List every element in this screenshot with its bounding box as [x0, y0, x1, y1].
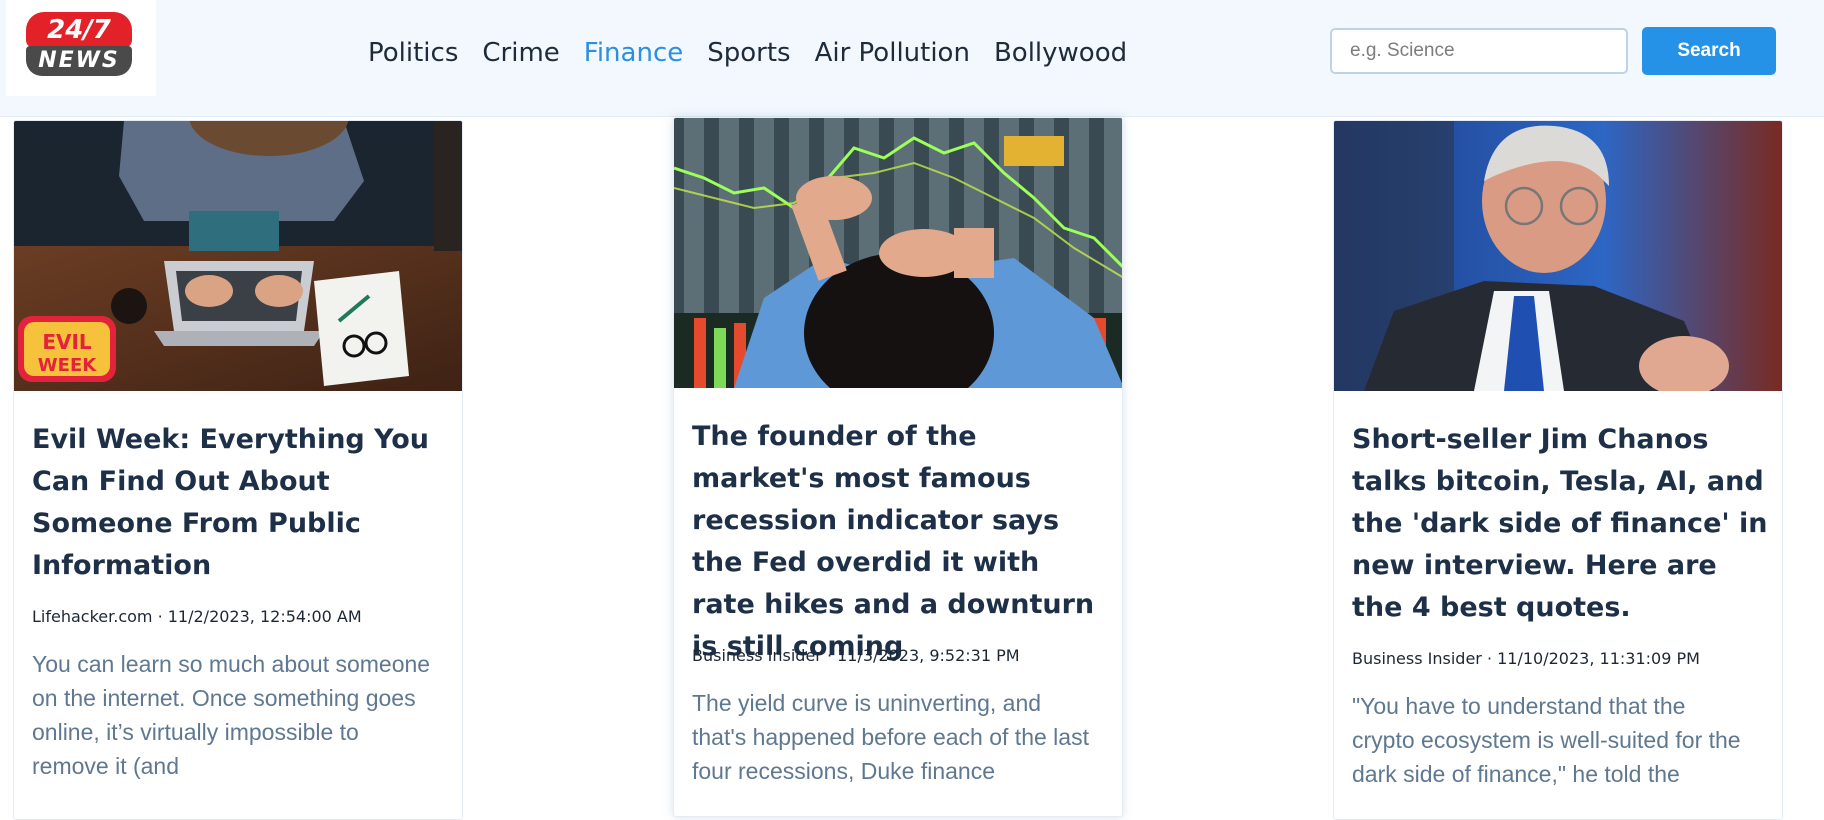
svg-text:EVIL: EVIL [42, 330, 92, 354]
article-description: "You have to understand that the crypto … [1352, 693, 1741, 787]
article-date: 11/10/2023, 11:31:09 PM [1497, 649, 1700, 668]
search-input[interactable] [1330, 28, 1628, 74]
nav-item-sports[interactable]: Sports [707, 34, 790, 72]
nav-item-air-pollution[interactable]: Air Pollution [815, 34, 970, 72]
article-meta: Business Insider · 11/10/2023, 11:31:09 … [1352, 649, 1700, 668]
article-title[interactable]: Short-seller Jim Chanos talks bitcoin, T… [1352, 419, 1770, 629]
article-image-man-in-suit[interactable] [1334, 121, 1782, 391]
article-description: You can learn so much about someone on t… [32, 651, 431, 779]
article-date: 11/2/2023, 12:54:00 AM [167, 607, 362, 626]
article-card[interactable]: The founder of the market's most famous … [673, 117, 1123, 817]
article-image-person-typing[interactable]: EVIL WEEK [14, 121, 462, 391]
svg-text:WEEK: WEEK [38, 355, 97, 376]
site-logo[interactable]: 24/7 NEWS [6, 0, 156, 96]
nav-item-bollywood[interactable]: Bollywood [994, 34, 1127, 72]
logo-top-text: 24/7 [26, 12, 132, 48]
evil-week-badge-icon: EVIL WEEK [18, 316, 116, 382]
nav-item-crime[interactable]: Crime [482, 34, 559, 72]
article-card[interactable]: EVIL WEEK Evil Week: Everything You Can … [13, 120, 463, 820]
nav-item-finance[interactable]: Finance [584, 34, 683, 72]
article-date: 11/3/2023, 9:52:31 PM [837, 646, 1020, 665]
article-source: Business Insider [1352, 649, 1482, 668]
article-card[interactable]: Short-seller Jim Chanos talks bitcoin, T… [1333, 120, 1783, 820]
search-button[interactable]: Search [1642, 27, 1776, 75]
article-meta: Business Insider · 11/3/2023, 9:52:31 PM [692, 646, 1020, 665]
article-source: Business Insider [692, 646, 822, 665]
top-header: 24/7 NEWS Politics Crime Finance Sports … [0, 0, 1824, 117]
article-image-trader-chart[interactable] [674, 118, 1122, 388]
article-source: Lifehacker.com [32, 607, 153, 626]
article-meta: Lifehacker.com · 11/2/2023, 12:54:00 AM [32, 607, 362, 626]
article-title[interactable]: Evil Week: Everything You Can Find Out A… [32, 419, 450, 587]
article-description: The yield curve is uninverting, and that… [692, 690, 1089, 784]
logo-bottom-text: NEWS [26, 46, 132, 76]
nav-item-politics[interactable]: Politics [368, 34, 458, 72]
article-title[interactable]: The founder of the market's most famous … [692, 416, 1110, 668]
category-nav: Politics Crime Finance Sports Air Pollut… [368, 34, 1127, 72]
